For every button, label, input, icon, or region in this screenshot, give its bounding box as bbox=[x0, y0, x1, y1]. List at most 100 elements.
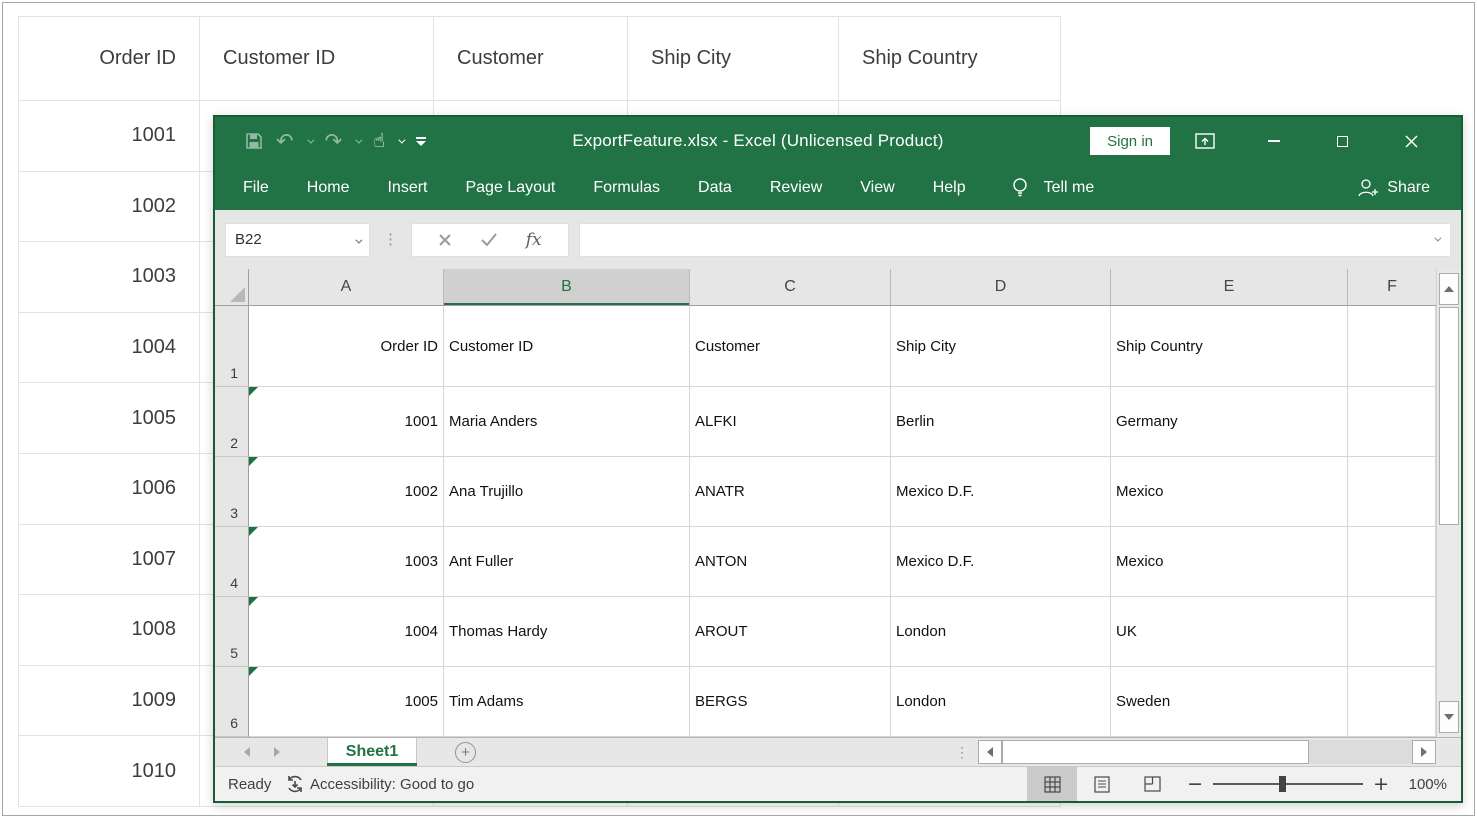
zoom-out-button[interactable]: − bbox=[1177, 773, 1213, 795]
cell-d3[interactable]: Mexico D.F. bbox=[891, 457, 1111, 527]
cell-a6[interactable]: 1005 bbox=[249, 667, 444, 737]
scroll-down-button[interactable] bbox=[1439, 701, 1459, 733]
cell-e2[interactable]: Germany bbox=[1111, 387, 1348, 457]
cell-f3[interactable] bbox=[1348, 457, 1436, 527]
scroll-left-button[interactable] bbox=[978, 740, 1002, 764]
undo-dropdown-icon[interactable] bbox=[306, 136, 315, 144]
zoom-in-button[interactable]: + bbox=[1363, 773, 1399, 795]
row-header-6[interactable]: 6 bbox=[215, 667, 249, 737]
close-button[interactable] bbox=[1377, 117, 1446, 165]
cell-e4[interactable]: Mexico bbox=[1111, 527, 1348, 597]
cell-c2[interactable]: ALFKI bbox=[690, 387, 891, 457]
undo-icon[interactable]: ↶ bbox=[276, 130, 294, 152]
cell-e1[interactable]: Ship Country bbox=[1111, 306, 1348, 387]
row-header-3[interactable]: 3 bbox=[215, 457, 249, 527]
column-header-a[interactable]: A bbox=[249, 269, 444, 305]
cell-a5[interactable]: 1004 bbox=[249, 597, 444, 667]
new-sheet-button[interactable]: + bbox=[455, 741, 476, 763]
cell-f6[interactable] bbox=[1348, 667, 1436, 737]
sign-in-button[interactable]: Sign in bbox=[1090, 127, 1170, 155]
formula-input[interactable] bbox=[579, 222, 1451, 257]
column-header-d[interactable]: D bbox=[891, 269, 1111, 305]
tab-data[interactable]: Data bbox=[679, 179, 751, 197]
cancel-entry-icon[interactable] bbox=[438, 233, 452, 247]
cell-d2[interactable]: Berlin bbox=[891, 387, 1111, 457]
touch-mode-dropdown-icon[interactable] bbox=[398, 136, 406, 144]
sheet-tab-sheet1[interactable]: Sheet1 bbox=[327, 738, 417, 766]
tab-page-layout[interactable]: Page Layout bbox=[446, 179, 574, 197]
name-box[interactable]: B22 bbox=[225, 222, 370, 257]
formula-bar-expand-icon[interactable] bbox=[1434, 234, 1442, 242]
normal-view-button[interactable] bbox=[1027, 767, 1078, 801]
cell-c6[interactable]: BERGS bbox=[690, 667, 891, 737]
save-icon[interactable] bbox=[245, 132, 263, 150]
tab-review[interactable]: Review bbox=[751, 179, 841, 197]
cell-a1[interactable]: Order ID bbox=[249, 306, 444, 387]
cell-d1[interactable]: Ship City bbox=[891, 306, 1111, 387]
name-box-dropdown-icon[interactable] bbox=[355, 231, 363, 248]
row-header-2[interactable]: 2 bbox=[215, 387, 249, 457]
customize-qat-icon[interactable] bbox=[415, 136, 426, 146]
cell-f2[interactable] bbox=[1348, 387, 1436, 457]
cell-b1[interactable]: Customer ID bbox=[444, 306, 690, 387]
scroll-right-button[interactable] bbox=[1412, 740, 1436, 764]
cell-b5[interactable]: Thomas Hardy bbox=[444, 597, 690, 667]
cell-b3[interactable]: Ana Trujillo bbox=[444, 457, 690, 527]
cell-a2[interactable]: 1001 bbox=[249, 387, 444, 457]
cell-e3[interactable]: Mexico bbox=[1111, 457, 1348, 527]
select-all-button[interactable] bbox=[215, 269, 249, 305]
touch-mode-icon[interactable]: ☝ bbox=[373, 130, 385, 152]
share-button[interactable]: Share bbox=[1356, 178, 1461, 198]
insert-function-icon[interactable]: fx bbox=[526, 230, 542, 250]
formula-bar-separator[interactable]: ⋮ bbox=[383, 232, 398, 247]
row-header-5[interactable]: 5 bbox=[215, 597, 249, 667]
tab-home[interactable]: Home bbox=[288, 179, 369, 197]
tab-file[interactable]: File bbox=[224, 179, 288, 197]
page-break-preview-button[interactable] bbox=[1127, 767, 1177, 801]
horizontal-scrollbar-thumb[interactable] bbox=[1002, 740, 1309, 764]
cell-f4[interactable] bbox=[1348, 527, 1436, 597]
cell-f5[interactable] bbox=[1348, 597, 1436, 667]
vertical-scrollbar-thumb[interactable] bbox=[1439, 307, 1459, 525]
minimize-button[interactable] bbox=[1239, 117, 1308, 165]
horizontal-scrollbar[interactable] bbox=[978, 740, 1436, 764]
previous-sheet-icon[interactable] bbox=[244, 747, 250, 757]
zoom-slider[interactable] bbox=[1213, 776, 1364, 792]
cell-b2[interactable]: Maria Anders bbox=[444, 387, 690, 457]
cell-b4[interactable]: Ant Fuller bbox=[444, 527, 690, 597]
ribbon-display-options-button[interactable] bbox=[1170, 117, 1239, 165]
redo-dropdown-icon[interactable] bbox=[355, 136, 363, 144]
cell-d5[interactable]: London bbox=[891, 597, 1111, 667]
next-sheet-icon[interactable] bbox=[274, 747, 280, 757]
column-header-c[interactable]: C bbox=[690, 269, 891, 305]
zoom-slider-thumb[interactable] bbox=[1279, 776, 1287, 792]
cell-c1[interactable]: Customer bbox=[690, 306, 891, 387]
tab-view[interactable]: View bbox=[841, 179, 913, 197]
tell-me-button[interactable]: Tell me bbox=[1012, 177, 1094, 199]
cell-c4[interactable]: ANTON bbox=[690, 527, 891, 597]
cell-c3[interactable]: ANATR bbox=[690, 457, 891, 527]
scroll-up-button[interactable] bbox=[1439, 273, 1459, 305]
redo-icon[interactable]: ↷ bbox=[325, 130, 343, 152]
zoom-level[interactable]: 100% bbox=[1399, 776, 1461, 793]
vertical-scrollbar[interactable] bbox=[1436, 269, 1461, 737]
column-header-f[interactable]: F bbox=[1348, 269, 1436, 305]
maximize-button[interactable] bbox=[1308, 117, 1377, 165]
cell-c5[interactable]: AROUT bbox=[690, 597, 891, 667]
confirm-entry-icon[interactable] bbox=[481, 233, 497, 246]
page-layout-view-button[interactable] bbox=[1077, 767, 1127, 801]
column-header-e[interactable]: E bbox=[1111, 269, 1348, 305]
cell-d4[interactable]: Mexico D.F. bbox=[891, 527, 1111, 597]
tab-formulas[interactable]: Formulas bbox=[574, 179, 679, 197]
cell-e6[interactable]: Sweden bbox=[1111, 667, 1348, 737]
cell-e5[interactable]: UK bbox=[1111, 597, 1348, 667]
row-header-1[interactable]: 1 bbox=[215, 306, 249, 387]
cell-f1[interactable] bbox=[1348, 306, 1436, 387]
cell-b6[interactable]: Tim Adams bbox=[444, 667, 690, 737]
accessibility-status[interactable]: Accessibility: Good to go bbox=[285, 774, 474, 794]
cell-a4[interactable]: 1003 bbox=[249, 527, 444, 597]
cell-d6[interactable]: London bbox=[891, 667, 1111, 737]
tab-scroll-splitter[interactable]: ⋮ bbox=[955, 745, 969, 759]
tab-help[interactable]: Help bbox=[914, 179, 985, 197]
tab-insert[interactable]: Insert bbox=[368, 179, 446, 197]
